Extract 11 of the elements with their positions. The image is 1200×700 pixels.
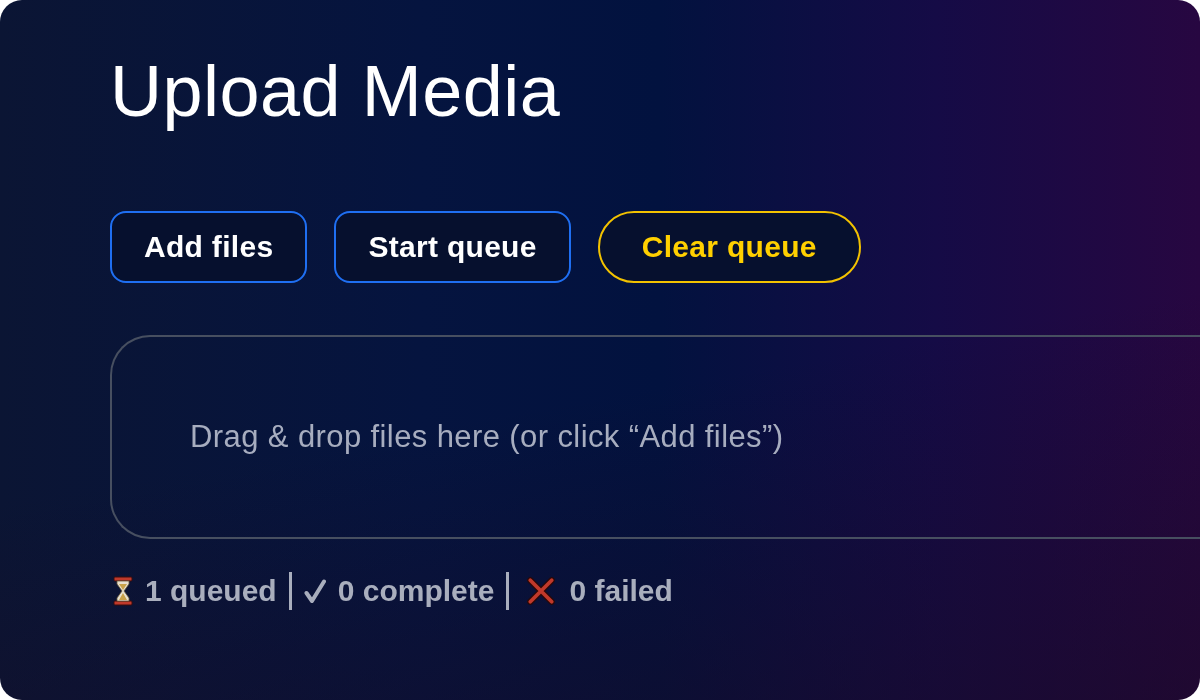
cross-icon <box>527 577 556 605</box>
clear-button[interactable]: Clear queue <box>597 211 861 283</box>
status-text: 0 failed <box>569 574 673 608</box>
page-title: Upload Media <box>110 50 561 132</box>
check-icon <box>303 579 326 603</box>
drop-zone[interactable]: Drag & drop files here (or click “Add files”) <box>110 335 1200 539</box>
status-text: 1 queued <box>145 574 277 608</box>
action-button[interactable]: Add files <box>110 211 308 283</box>
hourglass-icon <box>113 576 133 606</box>
action-button[interactable]: Start queue <box>334 211 571 283</box>
status-text: 0 complete <box>337 574 495 608</box>
